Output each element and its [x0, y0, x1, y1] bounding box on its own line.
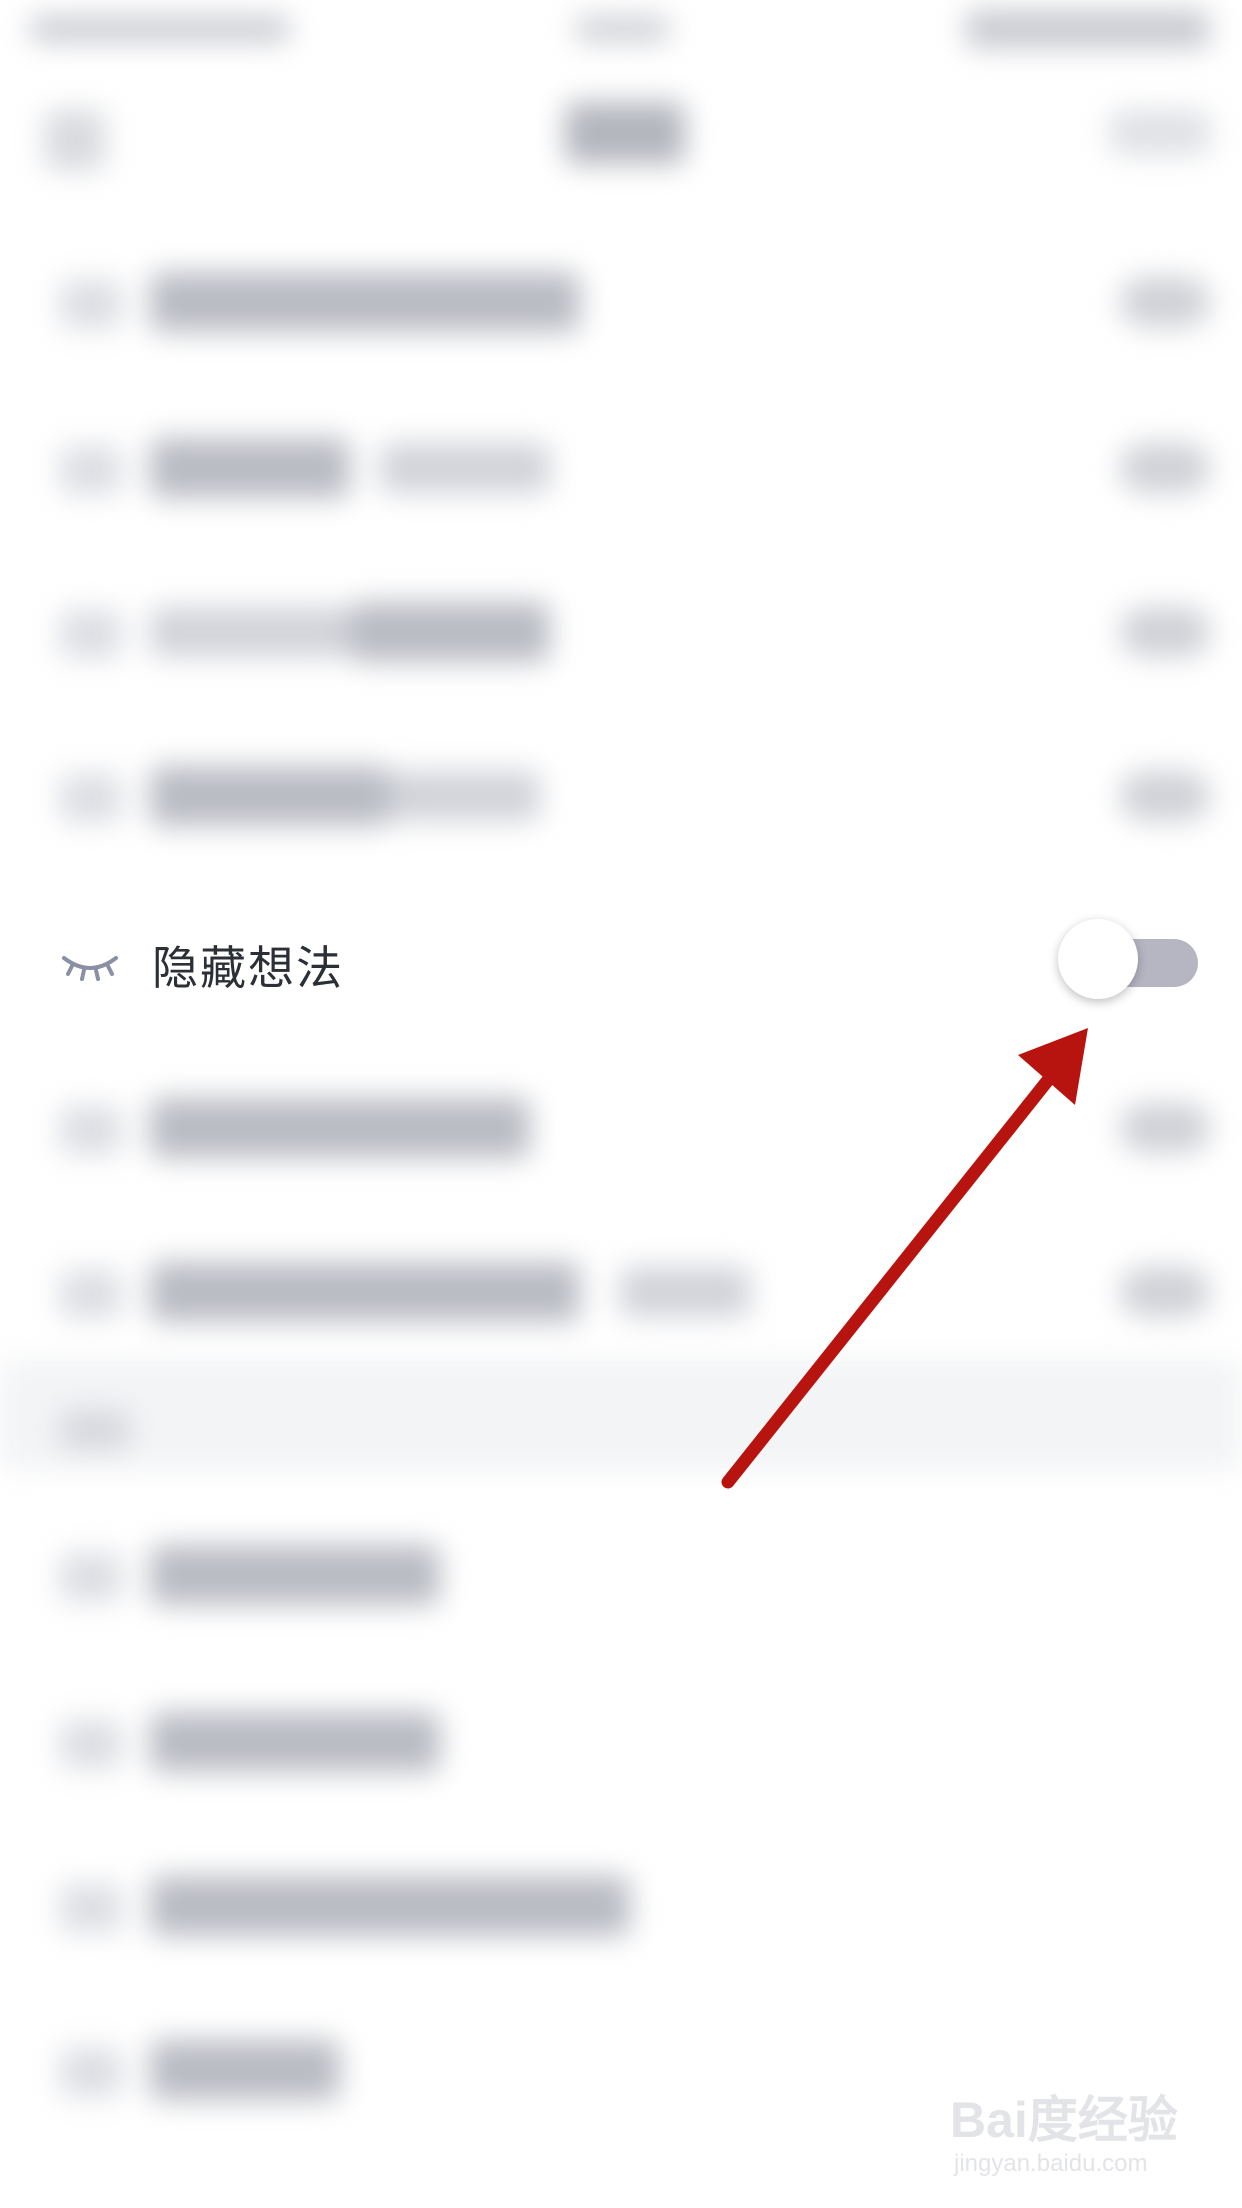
settings-row[interactable] — [0, 222, 1242, 387]
watermark-url: jingyan.baidu.com — [954, 2150, 1148, 2177]
row-toggle[interactable] — [1120, 771, 1210, 821]
row-label — [150, 766, 390, 826]
status-bar-right — [965, 10, 1210, 48]
status-bar-center — [575, 16, 670, 42]
settings-row[interactable] — [0, 1048, 1242, 1213]
closed-eye-icon — [60, 948, 120, 988]
section-divider — [0, 1360, 1242, 1470]
settings-row[interactable] — [0, 1212, 1242, 1377]
row-toggle[interactable] — [1120, 1103, 1210, 1153]
settings-row[interactable] — [0, 1826, 1242, 1991]
row-icon — [60, 610, 122, 658]
nav-bar — [0, 80, 1242, 190]
row-icon — [60, 280, 122, 328]
row-label-extra — [380, 443, 550, 493]
row-toggle[interactable] — [1120, 607, 1210, 657]
settings-row[interactable] — [0, 552, 1242, 717]
back-button[interactable] — [45, 110, 105, 170]
row-icon — [60, 1884, 122, 1932]
status-bar-left — [30, 16, 290, 42]
row-icon — [60, 1553, 122, 1601]
row-icon — [60, 446, 122, 494]
settings-row[interactable] — [0, 388, 1242, 553]
row-label — [350, 602, 550, 662]
row-label — [150, 1876, 630, 1936]
nav-right-action[interactable] — [1110, 110, 1210, 155]
toggle-knob[interactable] — [1058, 919, 1138, 999]
row-toggle[interactable] — [1120, 443, 1210, 493]
section-header — [60, 1410, 130, 1450]
settings-row[interactable] — [0, 716, 1242, 881]
row-label — [150, 438, 350, 498]
row-icon — [60, 774, 122, 822]
row-icon — [60, 1270, 122, 1318]
settings-row[interactable] — [0, 1495, 1242, 1660]
row-label-extra — [150, 607, 350, 657]
hide-thoughts-label: 隐藏想法 — [152, 941, 344, 995]
watermark-brand: Bai度经验 — [950, 2092, 1178, 2148]
row-label — [150, 272, 580, 332]
settings-row[interactable] — [0, 1662, 1242, 1827]
row-label-extra — [620, 1267, 750, 1317]
baidu-watermark: Bai度经验 jingyan.baidu.com — [950, 2060, 1190, 2190]
row-toggle[interactable] — [1120, 277, 1210, 327]
page-title — [565, 102, 685, 164]
status-bar — [0, 0, 1242, 70]
row-icon — [60, 1106, 122, 1154]
row-toggle[interactable] — [1120, 1267, 1210, 1317]
row-icon — [60, 1720, 122, 1768]
hide-thoughts-row[interactable]: 隐藏想法 — [0, 880, 1242, 1050]
row-label-extra — [390, 771, 540, 821]
hide-thoughts-toggle[interactable] — [1058, 917, 1198, 1003]
row-label — [150, 2040, 340, 2100]
row-label — [150, 1545, 440, 1605]
row-icon — [60, 2048, 122, 2096]
row-label — [150, 1098, 530, 1158]
row-label — [150, 1712, 440, 1772]
row-label — [150, 1262, 580, 1322]
